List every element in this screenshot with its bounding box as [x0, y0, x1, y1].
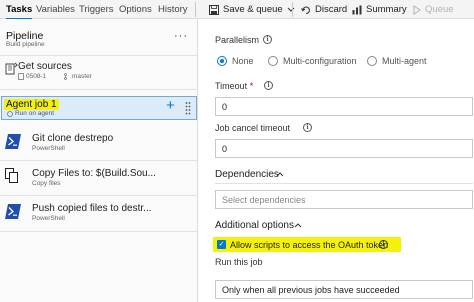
parallelism-label: Parallelism [215, 35, 260, 45]
oauth-checkbox[interactable]: ✓ [217, 240, 226, 249]
get-sources-item[interactable]: Get sources 0508-1 master [0, 57, 198, 87]
copy-files-icon [5, 168, 19, 186]
section-divider [215, 183, 473, 184]
task-subtitle: PowerShell [32, 145, 65, 152]
task-item[interactable]: Push copied files to destr... PowerShell [0, 197, 198, 227]
task-title: Copy Files to: $(Build.Sou... [32, 168, 156, 179]
tab-triggers[interactable]: Triggers [79, 4, 114, 15]
source-repo-icon [5, 61, 19, 79]
radio-multi-configuration-label: Multi-configuration [283, 56, 357, 66]
info-icon[interactable]: i [379, 240, 388, 249]
drag-handle-icon[interactable] [185, 101, 191, 115]
toolbar-divider [292, 2, 293, 17]
tab-tasks[interactable]: Tasks [6, 4, 33, 20]
timeout-input[interactable]: 0 [215, 97, 473, 116]
divider [0, 195, 198, 196]
task-list-panel: Pipeline Build pipeline ··· Get sources … [0, 19, 198, 302]
chevron-up-icon [276, 171, 284, 177]
agent-job-subtitle: Run on agent [15, 110, 55, 117]
run-this-job-label: Run this job [215, 257, 263, 267]
repo-name: 0508-1 [26, 73, 47, 80]
summary-icon [352, 5, 362, 15]
timeout-label: Timeout * [215, 81, 254, 91]
agent-job-item[interactable]: Agent job 1 Run on agent + [1, 96, 197, 120]
agent-job-title: Agent job 1 [4, 99, 59, 110]
powershell-icon [5, 204, 21, 221]
get-sources-title: Get sources [18, 61, 72, 72]
radio-multi-agent-label: Multi-agent [382, 56, 427, 66]
add-task-button[interactable]: + [166, 97, 175, 115]
queue-label: Queue [425, 4, 454, 15]
divider [0, 160, 198, 161]
dependencies-select[interactable]: Select dependencies [215, 190, 473, 209]
repo-icon [18, 73, 24, 80]
divider [0, 231, 198, 232]
pipeline-subtitle: Build pipeline [6, 41, 45, 48]
more-options-icon[interactable]: ··· [174, 30, 188, 42]
job-cancel-timeout-label: Job cancel timeout [215, 123, 291, 133]
radio-multi-configuration[interactable] [268, 56, 278, 66]
top-toolbar: Tasks Variables Triggers Options History… [0, 0, 474, 20]
tab-history[interactable]: History [158, 4, 188, 15]
discard-label: Discard [315, 4, 348, 15]
oauth-checkbox-label: Allow scripts to access the OAuth token [230, 240, 389, 250]
branch-name: master [72, 73, 92, 80]
chevron-down-icon[interactable] [287, 7, 295, 13]
task-item[interactable]: Git clone destrepo PowerShell [0, 127, 198, 157]
dependencies-title: Dependencies [215, 169, 279, 180]
task-title: Git clone destrepo [32, 133, 114, 144]
task-title: Push copied files to destr... [32, 203, 152, 214]
divider [0, 55, 198, 56]
task-subtitle: Copy files [32, 180, 61, 187]
info-icon[interactable]: i [303, 123, 312, 132]
run-this-job-select[interactable]: Only when all previous jobs have succeed… [215, 280, 473, 299]
info-icon[interactable]: i [263, 35, 272, 44]
summary-button[interactable]: Summary [352, 3, 407, 16]
radio-none-label: None [232, 56, 254, 66]
tab-options[interactable]: Options [119, 4, 152, 15]
task-subtitle: PowerShell [32, 215, 65, 222]
branch-icon [64, 73, 70, 80]
info-icon[interactable]: i [264, 81, 273, 90]
cancel-timeout-input[interactable]: 0 [215, 139, 473, 158]
task-item[interactable]: Copy Files to: $(Build.Sou... Copy files [0, 162, 198, 192]
divider [0, 89, 198, 90]
save-queue-label: Save & queue [223, 4, 283, 15]
chevron-up-icon [294, 222, 302, 228]
powershell-icon [5, 134, 21, 151]
clock-icon [7, 111, 13, 117]
toolbar-divider [195, 2, 196, 17]
save-icon [209, 4, 219, 15]
play-icon [413, 4, 421, 15]
radio-none[interactable] [217, 56, 227, 66]
summary-label: Summary [366, 4, 407, 15]
additional-options-title: Additional options [215, 220, 294, 231]
discard-button[interactable]: Discard [301, 3, 347, 16]
queue-button[interactable]: Queue [413, 3, 454, 16]
undo-icon [301, 5, 311, 15]
save-queue-button[interactable]: Save & queue [209, 3, 295, 16]
tab-variables[interactable]: Variables [36, 4, 75, 15]
job-settings-panel: Parallelism i None Multi-configuration M… [199, 19, 474, 302]
radio-multi-agent[interactable] [367, 56, 377, 66]
